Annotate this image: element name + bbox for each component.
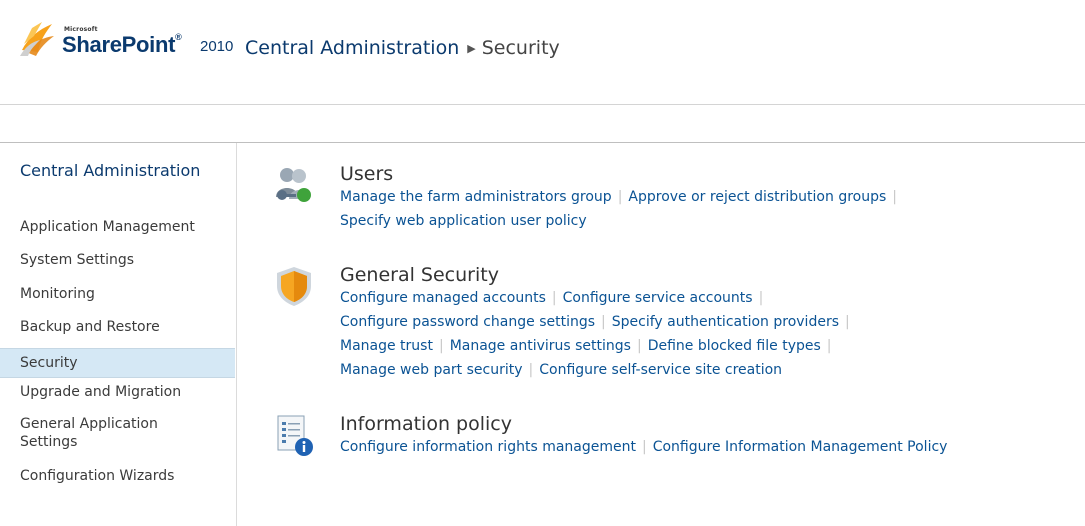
link-row: Manage web part security | Configure self-…: [340, 358, 856, 382]
link-row: Configure password change settings | Speci…: [340, 310, 856, 334]
sidebar-item-upgrade-and-migration[interactable]: Upgrade and Migration: [0, 383, 236, 401]
site-title-link[interactable]: Central Administration: [245, 37, 459, 59]
link-approve-or-reject-distribution-groups[interactable]: Approve or reject distribution groups: [628, 189, 886, 205]
link-row: Manage trust | Manage antivirus settings | D…: [340, 334, 856, 358]
link-manage-trust[interactable]: Manage trust: [340, 338, 433, 354]
link-separator: |: [845, 314, 850, 330]
section-title[interactable]: Users: [340, 163, 393, 185]
breadcrumb: Central Administration ▶ Security: [245, 37, 560, 59]
page-header: Microsoft SharePoint® 2010 Central Admin…: [0, 0, 1085, 105]
link-configure-information-rights-management[interactable]: Configure information rights management: [340, 439, 636, 455]
brand-year: 2010: [200, 38, 234, 55]
users-icon: [276, 168, 311, 202]
sidebar-item-monitoring[interactable]: Monitoring: [0, 285, 236, 303]
link-separator: |: [641, 439, 647, 455]
link-separator: |: [617, 189, 623, 205]
link-configure-password-change-settings[interactable]: Configure password change settings: [340, 314, 595, 330]
brand-product: SharePoint®: [62, 32, 182, 58]
section-links: Manage the farm administrators group | App…: [340, 185, 903, 233]
link-separator: |: [758, 290, 764, 306]
sidebar-home-link[interactable]: Central Administration: [20, 161, 220, 181]
brand-trademark: ®: [175, 32, 182, 42]
link-specify-web-application-user-policy[interactable]: Specify web application user policy: [340, 213, 587, 229]
section-links: Configure information rights management |…: [340, 435, 947, 459]
sidebar-item-security[interactable]: Security: [0, 348, 235, 378]
brand-product-name: SharePoint: [62, 32, 176, 57]
breadcrumb-current: Security: [481, 37, 560, 59]
link-manage-the-farm-administrators-group[interactable]: Manage the farm administrators group: [340, 189, 612, 205]
sidebar-item-label: Configuration Wizards: [20, 468, 175, 484]
sidebar-item-configuration-wizards[interactable]: Configuration Wizards: [0, 467, 236, 485]
sidebar-item-label: Application Management: [20, 219, 195, 235]
link-separator: |: [826, 338, 832, 354]
sidebar-item-application-management[interactable]: Application Management: [0, 218, 236, 236]
sidebar-item-general-application-settings[interactable]: General Application Settings: [0, 415, 236, 451]
link-row: Configure managed accounts | Configure ser…: [340, 286, 856, 310]
link-define-blocked-file-types[interactable]: Define blocked file types: [648, 338, 821, 354]
link-separator: |: [528, 362, 534, 378]
sidebar-item-label: Security: [20, 355, 78, 371]
quick-launch-sidebar: Central Administration Application Manag…: [0, 143, 237, 526]
sharepoint-logo-icon: [20, 22, 54, 56]
link-manage-antivirus-settings[interactable]: Manage antivirus settings: [450, 338, 631, 354]
link-configure-information-management-policy[interactable]: Configure Information Management Policy: [653, 439, 948, 455]
link-separator: |: [892, 189, 897, 205]
link-row: Manage the farm administrators group | App…: [340, 185, 903, 209]
link-specify-authentication-providers[interactable]: Specify authentication providers: [612, 314, 839, 330]
shield-icon: [277, 267, 311, 306]
section-links: Configure managed accounts | Configure ser…: [340, 286, 856, 382]
sidebar-item-label: General Application Settings: [20, 416, 158, 450]
link-manage-web-part-security[interactable]: Manage web part security: [340, 362, 523, 378]
sidebar-item-label: Backup and Restore: [20, 319, 160, 335]
sidebar-item-label: Upgrade and Migration: [20, 384, 182, 400]
section-title[interactable]: Information policy: [340, 413, 512, 435]
link-separator: |: [438, 338, 444, 354]
link-configure-managed-accounts[interactable]: Configure managed accounts: [340, 290, 546, 306]
breadcrumb-arrow-icon: ▶: [467, 42, 476, 55]
sidebar-item-label: Monitoring: [20, 286, 95, 302]
sidebar-item-backup-and-restore[interactable]: Backup and Restore: [0, 318, 236, 336]
link-row: Configure information rights management |…: [340, 435, 947, 459]
link-configure-service-accounts[interactable]: Configure service accounts: [563, 290, 753, 306]
sidebar-item-label: System Settings: [20, 252, 135, 268]
link-separator: |: [636, 338, 642, 354]
link-separator: |: [551, 290, 557, 306]
header-divider: [0, 104, 1085, 105]
information-policy-icon: [277, 415, 313, 456]
section-title[interactable]: General Security: [340, 264, 499, 286]
link-row: Specify web application user policy: [340, 209, 903, 233]
link-separator: |: [601, 314, 606, 330]
sidebar-item-system-settings[interactable]: System Settings: [0, 251, 236, 269]
link-configure-self-service-site-creation[interactable]: Configure self-service site creation: [539, 362, 782, 378]
